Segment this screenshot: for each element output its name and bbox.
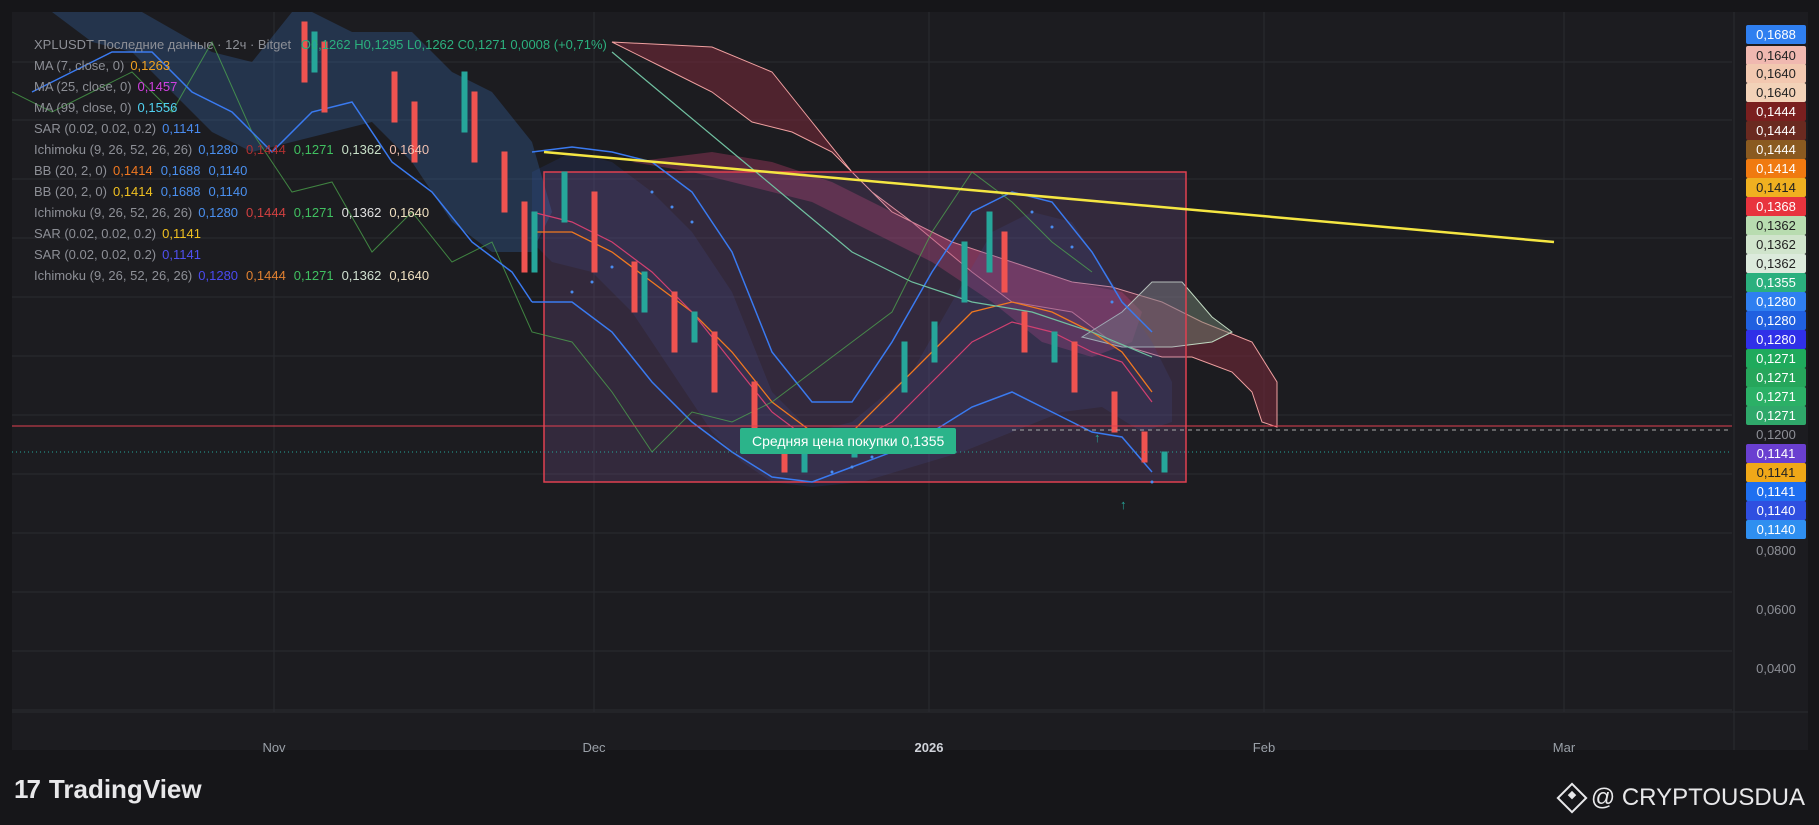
indicator-value: 0,1444 <box>246 142 286 157</box>
price-label: 0,1271 <box>1746 387 1806 406</box>
indicator-name: BB (20, 2, 0) <box>34 163 107 178</box>
price-label: 0,1200 <box>1756 427 1796 442</box>
indicator-name: SAR (0.02, 0.02, 0.2) <box>34 226 157 241</box>
time-label: Nov <box>262 740 286 755</box>
indicator-value: 0,1140 <box>208 184 248 199</box>
indicator-value: 0,1414 <box>112 163 153 178</box>
price-label: 0,1640 <box>1746 64 1806 83</box>
indicator-name: BB (20, 2, 0) <box>34 184 107 199</box>
indicator-value: 0,1362 <box>341 268 382 283</box>
indicator-value: 0,1271 <box>293 142 334 157</box>
ohlc-values: O0,1262 H0,1295 L0,1262 C0,1271 0,0008 (… <box>300 37 607 52</box>
price-label: 0,1362 <box>1746 216 1806 235</box>
time-label: Mar <box>1552 740 1576 755</box>
price-label: 0,0400 <box>1756 661 1796 676</box>
indicator-value: 0,1141 <box>162 226 201 241</box>
price-label: 0,1355 <box>1746 273 1806 292</box>
tradingview-mark-icon: 17 <box>14 774 41 804</box>
indicator-value: 0,1414 <box>112 184 153 199</box>
indicator-value: 0,1457 <box>137 79 178 94</box>
svg-text:↑: ↑ <box>1094 430 1101 445</box>
price-label: 0,1280 <box>1746 330 1806 349</box>
indicator-value: 0,1362 <box>341 205 382 220</box>
indicator-name: MA (7, close, 0) <box>34 58 125 73</box>
tradingview-logo[interactable]: 17 TradingView <box>14 774 202 805</box>
watermark-text: @ CRYPTOUSDUA <box>1590 784 1805 811</box>
indicator-name: MA (25, close, 0) <box>34 79 132 94</box>
avg-price-label: Средняя цена покупки 0,1355 <box>740 428 957 454</box>
indicator-name: SAR (0.02, 0.02, 0.2) <box>34 247 157 262</box>
indicator-name: SAR (0.02, 0.02, 0.2) <box>34 121 157 136</box>
price-label: 0,1444 <box>1746 121 1806 140</box>
indicator-value: 0,1280 <box>198 205 239 220</box>
binance-diamond-icon <box>1556 782 1588 814</box>
price-label: 0,0600 <box>1756 602 1796 617</box>
price-label: 0,1414 <box>1746 178 1806 197</box>
chart-area[interactable]: ↑ ↑ XPLUSDT Последние данные · 12ч · Bitg… <box>12 12 1808 755</box>
price-label: 0,1271 <box>1746 406 1806 425</box>
legend-row[interactable]: MA (7, close, 0) 0,1263 <box>34 55 615 76</box>
indicator-value: 0,1263 <box>130 58 171 73</box>
indicator-value: 0,1271 <box>293 268 334 283</box>
indicator-value: 0,1280 <box>198 268 239 283</box>
price-label: 0,1271 <box>1746 368 1806 387</box>
symbol-title: XPLUSDT Последние данные · 12ч · Bitget <box>34 37 292 52</box>
indicator-value: 0,1444 <box>246 268 286 283</box>
indicator-value: 0,1556 <box>137 100 178 115</box>
svg-text:↑: ↑ <box>1120 497 1127 512</box>
price-label: 0,1362 <box>1746 254 1806 273</box>
indicator-value: 0,1688 <box>160 163 201 178</box>
price-label: 0,1280 <box>1746 292 1806 311</box>
price-label: 0,1640 <box>1746 46 1806 65</box>
indicator-value: 0,1640 <box>389 205 430 220</box>
price-label: 0,1140 <box>1746 501 1806 520</box>
indicator-value: 0,1362 <box>341 142 382 157</box>
price-label: 0,1271 <box>1746 349 1806 368</box>
price-label: 0,1141 <box>1746 482 1806 501</box>
indicator-value: 0,1640 <box>389 268 430 283</box>
legend-row[interactable]: MA (99, close, 0) 0,1556 <box>34 97 615 118</box>
legend-row[interactable]: MA (25, close, 0) 0,1457 <box>34 76 615 97</box>
price-label: 0,1444 <box>1746 102 1806 121</box>
indicator-value: 0,1640 <box>389 142 430 157</box>
indicator-value: 0,1280 <box>198 142 239 157</box>
price-label: 0,1140 <box>1746 520 1806 539</box>
price-label: 0,0800 <box>1756 543 1796 558</box>
indicator-name: MA (99, close, 0) <box>34 100 132 115</box>
legend-row[interactable]: Ichimoku (9, 26, 52, 26, 26) 0,1280 0,1444… <box>34 202 615 223</box>
price-label: 0,1141 <box>1746 444 1806 463</box>
time-label: 2026 <box>914 740 944 755</box>
legend-row[interactable]: Ichimoku (9, 26, 52, 26, 26) 0,1280 0,1444… <box>34 139 615 160</box>
price-label: 0,1368 <box>1746 197 1806 216</box>
indicator-name: Ichimoku (9, 26, 52, 26, 26) <box>34 142 193 157</box>
indicator-name: Ichimoku (9, 26, 52, 26, 26) <box>34 205 193 220</box>
legend-row[interactable]: BB (20, 2, 0) 0,1414 0,1688 0,1140 <box>34 160 615 181</box>
price-label: 0,1640 <box>1746 83 1806 102</box>
price-label: 0,1141 <box>1746 463 1806 482</box>
price-label: 0,1444 <box>1746 140 1806 159</box>
time-label: Dec <box>582 740 606 755</box>
legend-row[interactable]: SAR (0.02, 0.02, 0.2) 0,1141 <box>34 118 615 139</box>
price-label: 0,1362 <box>1746 235 1806 254</box>
indicator-value: 0,1140 <box>208 163 248 178</box>
time-label: Feb <box>1252 740 1276 755</box>
legend-row[interactable]: SAR (0.02, 0.02, 0.2) 0,1141 <box>34 244 615 265</box>
indicator-value: 0,1271 <box>293 205 334 220</box>
legend-row[interactable]: Ichimoku (9, 26, 52, 26, 26) 0,1280 0,1444… <box>34 265 615 286</box>
price-label: 0,1688 <box>1746 25 1806 44</box>
legend-row[interactable]: SAR (0.02, 0.02, 0.2) 0,1141 <box>34 223 615 244</box>
indicator-legend: XPLUSDT Последние данные · 12ч · Bitget … <box>34 34 615 286</box>
indicator-name: Ichimoku (9, 26, 52, 26, 26) <box>34 268 193 283</box>
tradingview-brand: TradingView <box>48 774 202 804</box>
watermark: @ CRYPTOUSDUA <box>1556 782 1805 814</box>
legend-row[interactable]: BB (20, 2, 0) 0,1414 0,1688 0,1140 <box>34 181 615 202</box>
indicator-value: 0,1444 <box>246 205 286 220</box>
indicator-value: 0,1141 <box>162 247 201 262</box>
price-label: 0,1414 <box>1746 159 1806 178</box>
legend-header-row[interactable]: XPLUSDT Последние данные · 12ч · Bitget … <box>34 34 615 55</box>
price-label: 0,1280 <box>1746 311 1806 330</box>
indicator-value: 0,1688 <box>160 184 201 199</box>
indicator-value: 0,1141 <box>162 121 201 136</box>
